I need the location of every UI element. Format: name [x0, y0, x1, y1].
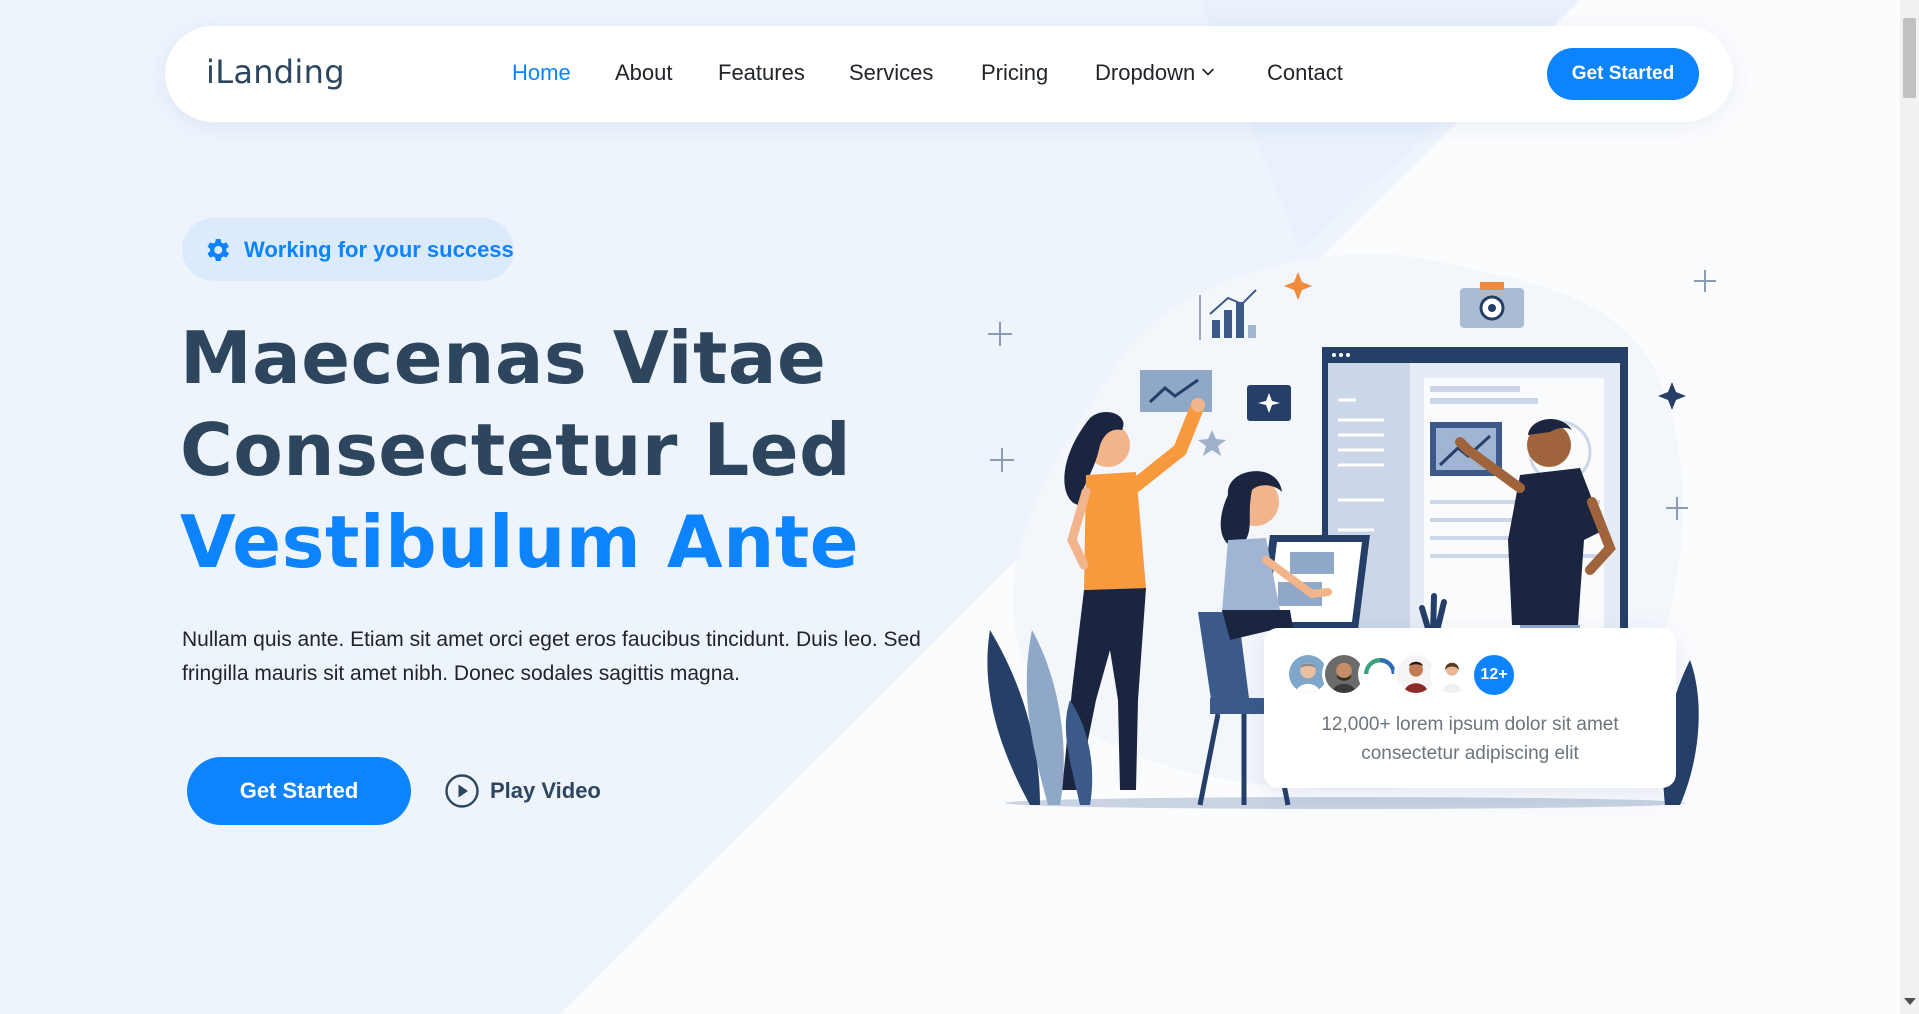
nav-home[interactable]: Home	[512, 60, 571, 86]
nav-services[interactable]: Services	[849, 60, 933, 86]
site-header: iLanding Home About Features Services Pr…	[165, 26, 1733, 122]
play-circle-icon	[445, 774, 479, 808]
page-scrollbar[interactable]	[1900, 0, 1919, 1014]
scroll-down-arrow-icon[interactable]	[1904, 998, 1916, 1005]
gear-icon	[207, 238, 229, 261]
hero-badge-text: Working for your success	[244, 236, 514, 262]
more-customers-badge: 12+	[1471, 652, 1517, 698]
nav-pricing[interactable]: Pricing	[981, 60, 1048, 86]
avatar	[1430, 652, 1474, 696]
nav-about[interactable]: About	[615, 60, 673, 86]
customers-card: 12+ 12,000+ lorem ipsum dolor sit amet c…	[1264, 628, 1676, 788]
nav-features[interactable]: Features	[718, 60, 805, 86]
hero-title-line-3: Vestibulum Ante	[180, 500, 860, 584]
nav-dropdown-label: Dropdown	[1095, 60, 1196, 85]
nav-contact[interactable]: Contact	[1267, 60, 1343, 86]
nav-dropdown[interactable]: Dropdown	[1095, 60, 1215, 86]
header-get-started-button[interactable]: Get Started	[1547, 48, 1699, 100]
hero-badge: Working for your success	[182, 218, 514, 281]
chevron-down-icon	[1202, 68, 1215, 76]
customers-text: 12,000+ lorem ipsum dolor sit amet conse…	[1321, 714, 1619, 764]
play-video-label: Play Video	[490, 778, 601, 803]
hero-description: Nullam quis ante. Etiam sit amet orci eg…	[182, 628, 921, 685]
scrollbar-thumb[interactable]	[1903, 18, 1916, 98]
hero-title-line-2: Consectetur Led	[180, 408, 852, 492]
brand-logo[interactable]: iLanding	[206, 53, 345, 91]
hero-title-line-1: Maecenas Vitae	[180, 316, 827, 400]
hero-get-started-button[interactable]: Get Started	[187, 757, 411, 825]
play-video-button[interactable]: Play Video	[444, 772, 601, 810]
